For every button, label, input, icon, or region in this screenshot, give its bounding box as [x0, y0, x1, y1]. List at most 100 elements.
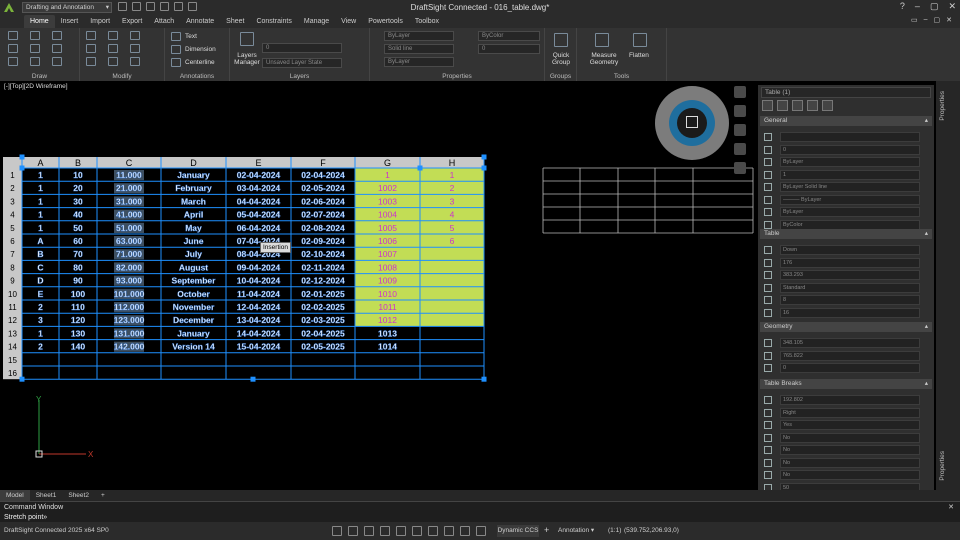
tab-toolbox[interactable]: Toolbox [409, 15, 445, 28]
breaks-property-value[interactable]: No [780, 457, 920, 468]
layer-dropdown[interactable]: 0 [262, 43, 342, 53]
row-header[interactable]: 1 [10, 171, 15, 180]
quick-select-icon[interactable] [792, 100, 803, 111]
text-button[interactable]: Text [185, 33, 197, 40]
layout-tab-sheet2[interactable]: Sheet2 [62, 490, 95, 501]
arc-icon[interactable] [30, 44, 40, 53]
command-window-close-icon[interactable]: ✕ [948, 503, 954, 511]
table-cell[interactable]: 60 [73, 236, 83, 246]
table-cell[interactable]: 82.000 [116, 262, 143, 272]
table-cell[interactable]: 1009 [378, 276, 397, 286]
cursor-icon[interactable] [348, 526, 358, 536]
table-cell[interactable]: B [37, 249, 44, 259]
general-property-value[interactable]: 0 [780, 144, 920, 155]
table-cell[interactable]: November [173, 302, 216, 312]
row-header[interactable]: 7 [10, 250, 15, 259]
column-header-b[interactable]: B [75, 158, 81, 168]
column-header-e[interactable]: E [255, 158, 261, 168]
table-cell[interactable]: 02-10-2024 [301, 249, 345, 259]
table-cell[interactable]: 03-04-2024 [237, 183, 281, 193]
table-cell[interactable]: May [185, 223, 202, 233]
table-cell[interactable]: February [175, 183, 212, 193]
add-layout-icon[interactable]: + [95, 490, 111, 501]
table-cell[interactable]: 21.000 [116, 183, 143, 193]
breaks-property-value[interactable]: No [780, 432, 920, 443]
row-header[interactable]: 15 [8, 356, 17, 365]
lineweight-icon[interactable] [444, 526, 454, 536]
general-property-value[interactable]: ByColor [780, 219, 920, 230]
table-cell[interactable]: 02-08-2024 [301, 223, 345, 233]
rectangle-icon[interactable] [52, 44, 62, 53]
tab-constraints[interactable]: Constraints [250, 15, 297, 28]
tab-home[interactable]: Home [24, 15, 55, 28]
table-property-value[interactable]: 8 [780, 295, 920, 305]
table-cell[interactable]: 6 [450, 236, 455, 246]
table-cell[interactable]: 31.000 [116, 196, 143, 206]
row-header[interactable]: 5 [10, 224, 15, 233]
annotation-scale-dropdown[interactable]: Annotation ▾ [558, 525, 594, 537]
tab-view[interactable]: View [335, 15, 362, 28]
table-cell[interactable]: 02-06-2024 [301, 196, 345, 206]
table-cell[interactable]: 02-05-2024 [301, 183, 345, 193]
table-cell[interactable]: 142.000 [113, 341, 145, 352]
table-cell[interactable]: 3 [38, 315, 43, 325]
fillet-icon[interactable] [108, 57, 118, 66]
table-breaks-section-header[interactable]: Table Breaks ▴ [760, 379, 932, 389]
grip-handle[interactable] [19, 154, 25, 160]
table-cell[interactable]: 14-04-2024 [237, 328, 281, 338]
table-cell[interactable]: 1 [38, 196, 43, 206]
table-cell[interactable]: 02-07-2024 [301, 209, 345, 220]
table-cell[interactable]: 101.000 [113, 289, 145, 299]
table-cell[interactable]: 1 [38, 223, 43, 233]
table-cell[interactable]: 1003 [378, 196, 397, 206]
selection-dropdown[interactable]: Table (1) [761, 87, 931, 98]
table-property-value[interactable]: 383.293 [780, 270, 920, 280]
table-cell[interactable]: 123.000 [113, 315, 145, 325]
help-icon[interactable]: ? [900, 1, 905, 12]
polyline-icon[interactable] [30, 31, 40, 40]
table-cell[interactable]: July [185, 249, 203, 259]
rotate-icon[interactable] [130, 31, 140, 40]
row-header[interactable]: 12 [8, 316, 17, 325]
table-cell[interactable]: 140 [71, 341, 86, 352]
select-all-icon[interactable] [762, 100, 773, 111]
column-header-g[interactable]: G [384, 158, 391, 168]
table-cell[interactable]: 1014 [378, 341, 398, 352]
geometry-property-value[interactable]: 765.822 [780, 350, 920, 361]
flatten-icon[interactable] [633, 33, 647, 47]
row-header[interactable]: 4 [10, 211, 15, 220]
table-cell[interactable]: 20 [73, 183, 83, 193]
row-header[interactable]: 14 [8, 343, 17, 352]
column-header-a[interactable]: A [37, 158, 43, 168]
row-header[interactable]: 16 [8, 369, 17, 378]
row-header[interactable]: 9 [10, 277, 15, 286]
scale-icon[interactable] [108, 44, 118, 53]
command-prompt[interactable]: Stretch point» [4, 514, 47, 521]
table-cell[interactable]: 1 [38, 209, 43, 220]
table-property-value[interactable]: 176 [780, 257, 920, 268]
table-cell[interactable]: 02-04-2024 [301, 170, 345, 180]
row-header[interactable]: 10 [8, 290, 17, 299]
move-icon[interactable] [86, 31, 96, 40]
ellipse-icon[interactable] [8, 57, 18, 66]
row-header[interactable]: 3 [10, 197, 15, 206]
table-cell[interactable]: January [177, 328, 210, 338]
table-cell[interactable]: 02-03-2025 [301, 315, 345, 325]
table-cell[interactable]: 90 [73, 275, 83, 286]
table-cell[interactable]: December [173, 315, 215, 325]
lineweight-dropdown[interactable]: ByLayer [384, 57, 454, 67]
table-cell[interactable]: 02-09-2024 [301, 236, 345, 246]
table-cell[interactable]: March [181, 196, 206, 206]
table-cell[interactable]: September [171, 275, 217, 286]
breaks-property-value[interactable]: No [780, 470, 920, 480]
general-property-value[interactable]: ByLayer [780, 207, 920, 217]
maximize-icon[interactable]: ▢ [930, 1, 939, 12]
general-property-value[interactable]: 1 [780, 169, 920, 180]
quick-input-icon[interactable] [460, 526, 470, 536]
tab-attach[interactable]: Attach [148, 15, 180, 28]
tab-import[interactable]: Import [84, 15, 116, 28]
centerline-icon[interactable] [171, 58, 181, 67]
quick-group-button[interactable]: Quick Group [547, 52, 575, 66]
column-header-c[interactable]: C [126, 158, 133, 168]
plotstyle-dropdown[interactable]: ByColor [478, 31, 540, 41]
